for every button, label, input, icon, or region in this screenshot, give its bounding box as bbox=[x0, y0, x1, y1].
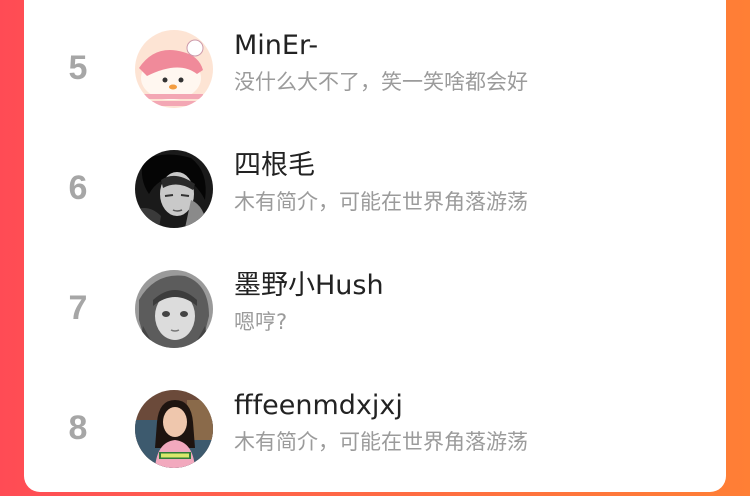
cartoon-avatar-icon[interactable] bbox=[135, 30, 213, 108]
list-item[interactable]: 6 四根毛 木有简介，可能在世界角落游荡 bbox=[24, 148, 726, 228]
photo-avatar-icon[interactable] bbox=[135, 390, 213, 468]
rank-number: 5 bbox=[68, 49, 88, 87]
user-name[interactable]: MinEr- bbox=[234, 28, 318, 64]
list-item[interactable]: 5 MinEr- 没什么大不了，笑一笑啥都会好 bbox=[24, 28, 726, 108]
list-item[interactable]: 7 墨野小Hush 嗯哼? bbox=[24, 268, 726, 348]
bw-portrait-avatar-icon[interactable] bbox=[135, 150, 213, 228]
user-bio: 没什么大不了，笑一笑啥都会好 bbox=[234, 70, 528, 94]
user-name[interactable]: fffeenmdxjxj bbox=[234, 388, 403, 424]
rank-number: 7 bbox=[68, 289, 88, 327]
user-bio: 木有简介，可能在世界角落游荡 bbox=[234, 430, 528, 454]
user-name[interactable]: 四根毛 bbox=[234, 148, 315, 184]
list-item[interactable]: 8 fffeenmdxjxj 木有简介，可能在世界角落游荡 bbox=[24, 388, 726, 468]
anime-avatar-icon[interactable] bbox=[135, 270, 213, 348]
rank-number: 8 bbox=[68, 409, 88, 447]
user-bio: 木有简介，可能在世界角落游荡 bbox=[234, 190, 528, 214]
user-bio: 嗯哼? bbox=[234, 310, 288, 334]
ranking-card: 5 MinEr- 没什么大不了，笑一笑啥都会好 6 四根毛 木有简介，可能在世界… bbox=[24, 0, 726, 492]
user-name[interactable]: 墨野小Hush bbox=[234, 268, 384, 304]
rank-number: 6 bbox=[68, 169, 88, 207]
